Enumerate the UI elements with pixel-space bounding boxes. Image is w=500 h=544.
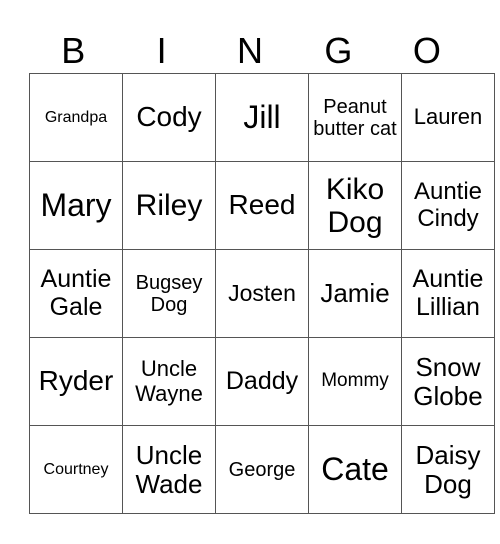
bingo-row: Courtney Uncle Wade George Cate Daisy Do…: [29, 425, 495, 514]
bingo-row: Mary Riley Reed Kiko Dog Auntie Cindy: [29, 161, 495, 250]
bingo-header: B I N G O: [29, 30, 471, 72]
bingo-cell[interactable]: Uncle Wade: [122, 425, 216, 514]
bingo-cell[interactable]: Cate: [308, 425, 402, 514]
bingo-cell[interactable]: Peanut butter cat: [308, 73, 402, 162]
bingo-row: Auntie Gale Bugsey Dog Josten Jamie Aunt…: [29, 249, 495, 338]
bingo-cell[interactable]: Ryder: [29, 337, 123, 426]
bingo-cell[interactable]: Auntie Lillian: [401, 249, 495, 338]
header-letter-n: N: [237, 30, 264, 71]
bingo-cell[interactable]: Cody: [122, 73, 216, 162]
bingo-card: Grandpa Cody Jill Peanut butter cat Laur…: [29, 73, 495, 514]
bingo-cell[interactable]: Lauren: [401, 73, 495, 162]
bingo-cell[interactable]: Jill: [215, 73, 309, 162]
header-letter-o: O: [412, 30, 441, 71]
bingo-cell[interactable]: Courtney: [29, 425, 123, 514]
bingo-cell[interactable]: Bugsey Dog: [122, 249, 216, 338]
bingo-cell[interactable]: Kiko Dog: [308, 161, 402, 250]
bingo-cell[interactable]: Josten: [215, 249, 309, 338]
bingo-cell[interactable]: Snow Globe: [401, 337, 495, 426]
bingo-cell[interactable]: Riley: [122, 161, 216, 250]
bingo-cell[interactable]: Jamie: [308, 249, 402, 338]
bingo-cell[interactable]: Daisy Dog: [401, 425, 495, 514]
bingo-cell[interactable]: George: [215, 425, 309, 514]
header-letter-i: I: [156, 30, 167, 71]
bingo-cell[interactable]: Reed: [215, 161, 309, 250]
bingo-cell[interactable]: Mommy: [308, 337, 402, 426]
header-letter-b: B: [61, 30, 86, 71]
bingo-row: Grandpa Cody Jill Peanut butter cat Laur…: [29, 73, 495, 162]
bingo-cell[interactable]: Daddy: [215, 337, 309, 426]
header-letter-g: G: [324, 30, 353, 71]
bingo-cell[interactable]: Uncle Wayne: [122, 337, 216, 426]
bingo-cell[interactable]: Auntie Gale: [29, 249, 123, 338]
bingo-cell[interactable]: Auntie Cindy: [401, 161, 495, 250]
bingo-row: Ryder Uncle Wayne Daddy Mommy Snow Globe: [29, 337, 495, 426]
bingo-cell[interactable]: Grandpa: [29, 73, 123, 162]
bingo-cell[interactable]: Mary: [29, 161, 123, 250]
